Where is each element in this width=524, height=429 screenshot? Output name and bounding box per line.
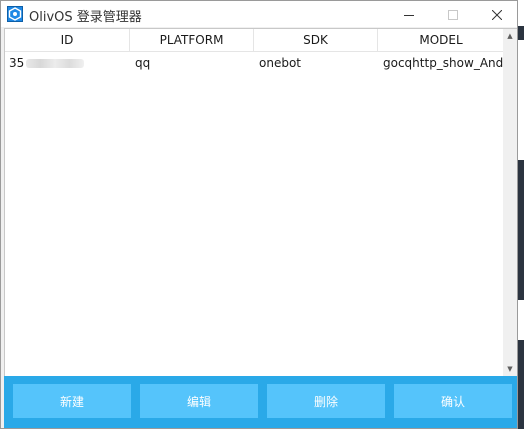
column-header-sdk[interactable]: SDK: [254, 29, 378, 51]
minimize-button[interactable]: [387, 1, 431, 27]
cell-platform: qq: [135, 56, 151, 70]
window-title: OlivOS 登录管理器: [29, 10, 142, 25]
vertical-scrollbar[interactable]: ▲ ▼: [503, 28, 517, 377]
table-row[interactable]: 35 qq onebot gocqhttp_show_Andr: [5, 53, 504, 73]
cell-sdk: onebot: [259, 56, 301, 70]
account-list[interactable]: ID PLATFORM SDK MODEL 35 qq onebot gocqh…: [4, 28, 505, 377]
scroll-up-icon[interactable]: ▲: [503, 29, 517, 43]
close-icon: [491, 5, 503, 24]
background-strip-segment: [518, 300, 524, 340]
column-header-id[interactable]: ID: [5, 29, 130, 51]
delete-button[interactable]: 删除: [267, 384, 385, 418]
redacted-id-blur: [26, 59, 85, 68]
new-button[interactable]: 新建: [13, 384, 131, 418]
edit-button[interactable]: 编辑: [140, 384, 258, 418]
cell-id-text: 35: [9, 56, 25, 70]
maximize-icon: [448, 5, 458, 24]
column-header-platform[interactable]: PLATFORM: [130, 29, 254, 51]
maximize-button[interactable]: [431, 1, 475, 27]
background-strip-segment: [518, 0, 524, 26]
login-manager-window: OlivOS 登录管理器 ID PLATFORM SDK MODEL 35 qq: [0, 0, 518, 429]
confirm-button[interactable]: 确认: [394, 384, 512, 418]
title-bar[interactable]: OlivOS 登录管理器: [1, 1, 517, 27]
cell-id: 35: [5, 53, 134, 73]
column-header-model[interactable]: MODEL: [378, 29, 504, 51]
table-header: ID PLATFORM SDK MODEL: [5, 29, 504, 52]
background-desktop-strip: [518, 0, 524, 429]
button-bar: 新建 编辑 删除 确认: [4, 376, 517, 428]
close-button[interactable]: [475, 1, 519, 27]
scroll-down-icon[interactable]: ▼: [503, 362, 517, 376]
olivos-app-icon: [7, 6, 23, 22]
minimize-icon: [404, 5, 414, 24]
background-strip-segment: [518, 40, 524, 160]
cell-model: gocqhttp_show_Andr: [383, 56, 504, 70]
